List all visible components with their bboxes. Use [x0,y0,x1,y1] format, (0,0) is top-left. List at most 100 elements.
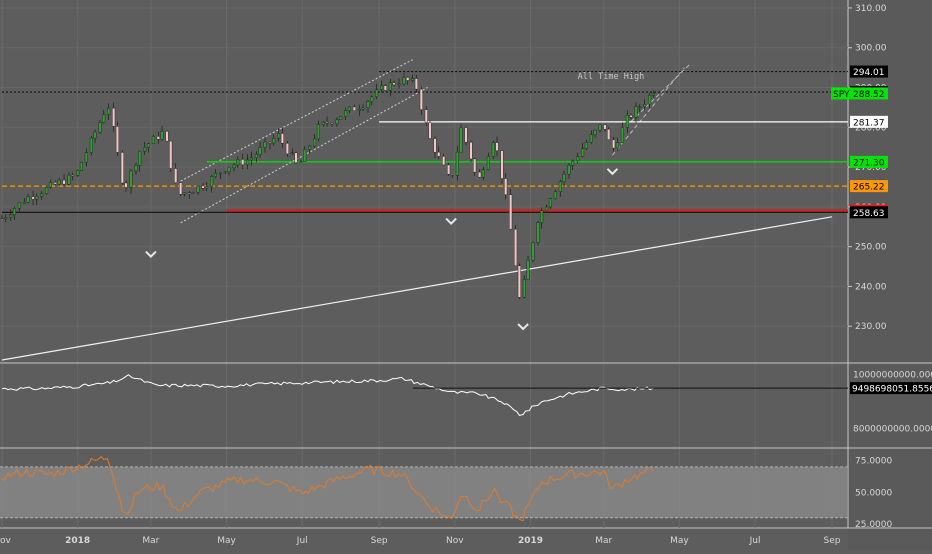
candle-down [268,141,272,144]
time-tick-label: Mar [142,536,159,546]
candle-up [40,193,44,197]
candle-up [388,82,392,91]
candle-down [473,158,477,173]
candle-up [290,152,294,155]
candle-up [313,138,317,147]
candle-up [335,119,339,124]
candle-down [0,218,4,220]
candle-up [205,186,209,189]
time-tick-label: Sep [824,536,841,546]
candle-down [607,128,611,140]
candle-up [299,161,303,163]
time-tick-label: 2019 [518,536,543,546]
candle-up [531,242,535,261]
candle-up [48,182,52,188]
candle-down [325,121,329,124]
price-axis-background [848,0,932,550]
candle-up [615,142,619,149]
price-tick-label: 300.00 [855,44,887,54]
candle-up [558,181,562,192]
price-label-281.37[interactable]: 281.37 [850,115,888,128]
candle-down [165,131,169,142]
time-tick-label: Mar [595,536,612,546]
candle-up [196,185,200,193]
price-label-288.52[interactable]: 288.52SPY [831,87,888,100]
candle-down [156,136,160,140]
price-tick-label: 250.00 [855,243,887,253]
price-label-271.30[interactable]: 271.30 [850,155,888,169]
candle-up [22,202,26,204]
candle-down [383,85,387,91]
candle-up [522,279,526,298]
price-label-text: 281.37 [853,118,885,128]
candle-down [469,141,473,160]
candle-up [339,116,343,120]
price-label-258.63[interactable]: 258.63 [850,206,888,219]
candle-up [584,142,588,149]
candle-up [89,137,93,153]
candle-up [347,106,351,111]
candle-up [84,152,88,163]
candle-up [232,164,236,168]
candle-down [285,143,289,155]
candle-down [294,152,298,163]
candle-up [35,196,39,200]
candle-up [303,149,307,162]
chart-canvas[interactable]: All Time High310.00300.00290.00280.00270… [0,0,932,550]
rsi-tick-label: 75.0000 [855,456,892,466]
candle-up [4,217,8,220]
candle-up [651,93,655,96]
rsi-tick-label: 25.0000 [855,520,892,530]
time-tick-label: Nov [446,536,464,546]
candle-down [517,265,521,298]
candle-up [553,191,557,199]
candle-down [115,126,119,153]
candle-down [241,159,245,165]
candle-up [643,104,647,107]
candle-up [536,222,540,243]
candle-up [236,159,240,166]
candle-up [249,157,253,161]
candle-down [450,174,454,176]
candle-up [308,145,312,150]
candle-up [246,159,250,165]
rsi-tick-label: 50.0000 [855,488,892,498]
candle-down [629,115,633,118]
price-label-265.22[interactable]: 265.22 [850,180,888,193]
price-label-text: 258.63 [853,209,885,219]
candle-up [459,127,463,153]
candle-up [321,121,325,125]
candle-up [366,101,370,109]
candle-up [160,131,164,140]
candle-up [361,107,365,110]
candle-down [31,196,35,200]
candle-up [571,160,575,166]
spy-chart-workspace: All Time High310.00300.00290.00280.00270… [0,0,932,550]
time-tick-label: 2018 [65,536,90,546]
candle-down [53,182,57,185]
candle-up [191,192,195,194]
candle-down [280,133,284,144]
candle-up [143,147,147,152]
price-label-text: 294.01 [853,68,885,78]
candle-up [227,167,231,172]
time-tick-label: May [670,536,689,546]
price-tick-label: 310.00 [855,4,887,14]
price-tick-label: 240.00 [855,282,887,292]
time-tick-label: Jul [296,536,308,546]
rsi-band [0,466,848,518]
candle-up [380,85,384,90]
candle-down [612,139,616,149]
candle-down [603,124,607,130]
candle-up [9,214,13,218]
candle-up [272,138,276,144]
candle-up [210,176,214,187]
candle-up [12,208,16,216]
price-label-294.01[interactable]: 294.01 [850,65,888,79]
candle-down [124,182,128,188]
candle-down [352,106,356,111]
candle-up [254,154,258,159]
candle-up [397,83,401,86]
candle-down [419,88,423,110]
candle-down [414,78,418,90]
